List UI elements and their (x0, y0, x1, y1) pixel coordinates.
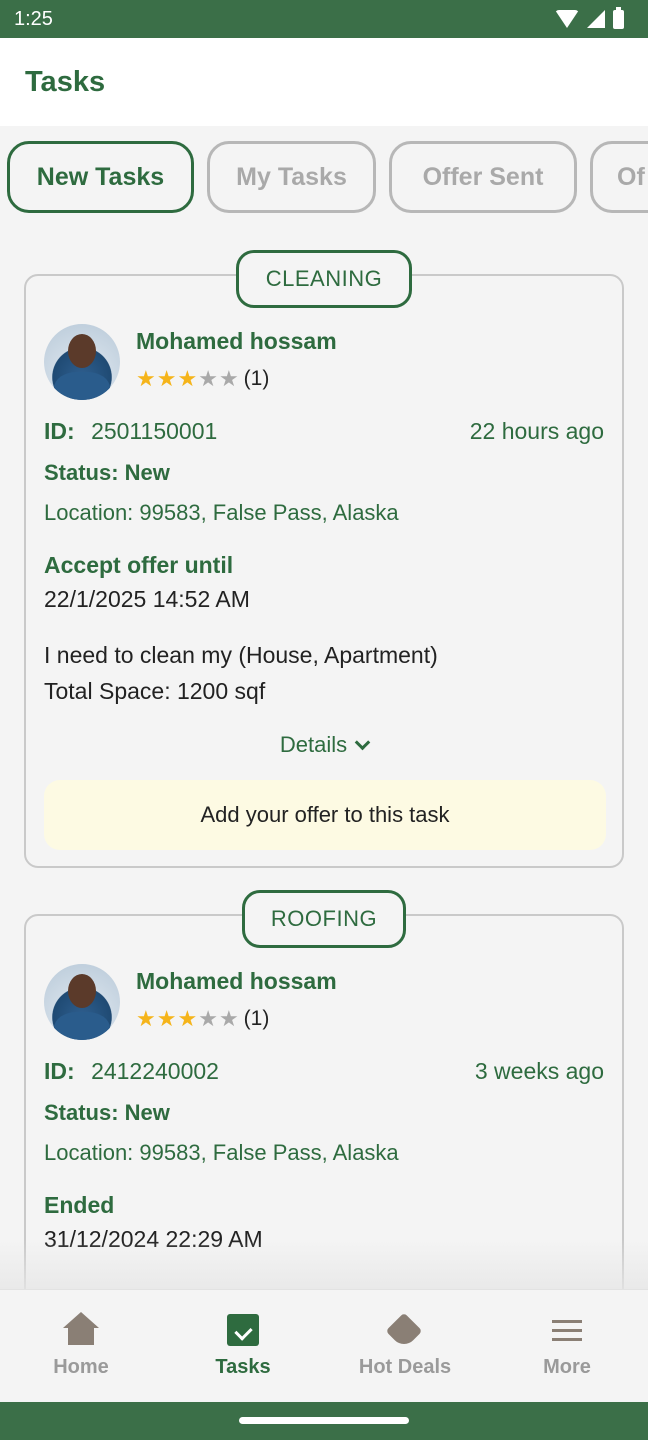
task-id-row: ID: 2501150001 (44, 418, 217, 445)
category-badge: ROOFING (242, 890, 406, 948)
user-rating: ★ ★ ★ ★ ★ (1) (136, 366, 269, 392)
star-empty-icon: ★ (198, 1006, 218, 1031)
user-name[interactable]: Mohamed hossam (136, 968, 337, 995)
category-badge: CLEANING (236, 250, 412, 308)
tag-icon (385, 1312, 425, 1352)
task-id-row: ID: 2412240002 (44, 1058, 219, 1085)
task-id: 2412240002 (91, 1058, 219, 1084)
star-filled-icon: ★ (156, 366, 177, 391)
nav-home-label: Home (53, 1356, 109, 1378)
status-time: 1:25 (14, 7, 53, 30)
task-location: Location: 99583, False Pass, Alaska (44, 1140, 399, 1165)
home-icon (61, 1312, 101, 1352)
system-navigation-bar (0, 1402, 648, 1440)
star-filled-icon: ★ (177, 366, 198, 391)
nav-more-label: More (543, 1356, 591, 1378)
user-name[interactable]: Mohamed hossam (136, 328, 337, 355)
deadline-value: 22/1/2025 14:52 AM (44, 586, 250, 612)
task-description: I need to clean my (House, Apartment) (44, 642, 438, 668)
nav-home[interactable]: Home (0, 1290, 162, 1402)
tab-offer-partial[interactable]: Of (590, 141, 648, 213)
scroll-fade (0, 1240, 648, 1290)
status-bar: 1:25 (0, 0, 648, 38)
rating-count: (1) (243, 367, 270, 390)
bottom-navigation: Home Tasks Hot Deals More (0, 1289, 648, 1402)
star-filled-icon: ★ (136, 366, 156, 391)
signal-icon (587, 10, 605, 28)
nav-tasks-label: Tasks (215, 1356, 271, 1378)
deadline-label: Accept offer until (44, 552, 234, 578)
star-filled-icon: ★ (156, 1006, 177, 1031)
home-indicator[interactable] (239, 1417, 409, 1424)
task-space: Total Space: 1200 sqf (44, 678, 266, 704)
user-rating: ★ ★ ★ ★ ★ (1) (136, 1006, 269, 1032)
avatar[interactable] (44, 964, 120, 1040)
tab-my-tasks[interactable]: My Tasks (207, 141, 376, 213)
battery-icon (613, 6, 624, 29)
task-id: 2501150001 (91, 418, 218, 444)
avatar[interactable] (44, 324, 120, 400)
task-status: Status: New (44, 460, 170, 485)
tasks-icon (223, 1312, 263, 1352)
nav-more[interactable]: More (486, 1290, 648, 1402)
chevron-down-icon (354, 734, 371, 750)
details-label: Details (279, 732, 348, 757)
task-status: Status: New (44, 1100, 170, 1125)
task-card[interactable]: CLEANING Mohamed hossam ★ ★ ★ ★ ★ (1) ID… (24, 250, 624, 868)
tab-new-tasks[interactable]: New Tasks (7, 141, 194, 213)
nav-hot-deals[interactable]: Hot Deals (324, 1290, 486, 1402)
task-id-label: ID: (44, 1058, 75, 1084)
app-header: Tasks (0, 38, 648, 126)
star-filled-icon: ★ (136, 1006, 156, 1031)
time-ago: 3 weeks ago (474, 1058, 604, 1084)
nav-tasks[interactable]: Tasks (162, 1290, 324, 1402)
rating-count: (1) (243, 1007, 270, 1030)
add-offer-button[interactable]: Add your offer to this task (44, 780, 606, 850)
details-toggle[interactable]: Details (26, 732, 622, 758)
task-id-label: ID: (44, 418, 75, 444)
star-empty-icon: ★ (218, 366, 239, 391)
star-filled-icon: ★ (177, 1006, 198, 1031)
task-location: Location: 99583, False Pass, Alaska (44, 500, 399, 525)
page-title: Tasks (25, 65, 106, 98)
status-icons (555, 6, 624, 29)
star-empty-icon: ★ (218, 1006, 239, 1031)
tab-offer-sent[interactable]: Offer Sent (389, 141, 577, 213)
wifi-icon (555, 10, 579, 28)
task-tabs: New Tasks My Tasks Offer Sent Of (0, 141, 648, 213)
star-empty-icon: ★ (198, 366, 218, 391)
time-ago: 22 hours ago (469, 418, 604, 444)
nav-hot-deals-label: Hot Deals (358, 1356, 452, 1378)
deadline-label: Ended (44, 1192, 115, 1218)
menu-icon (547, 1312, 587, 1352)
